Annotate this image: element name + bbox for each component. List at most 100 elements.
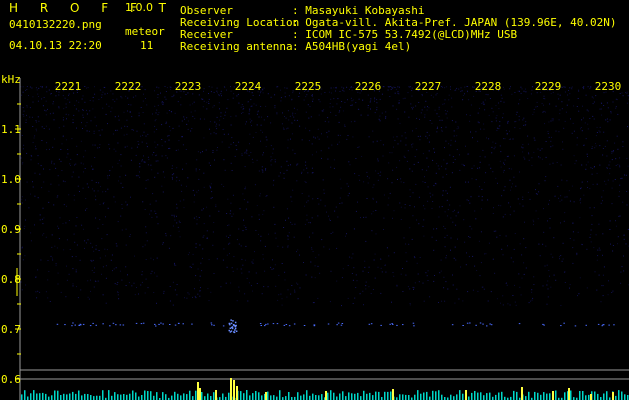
noise-speck	[141, 271, 143, 273]
noise-speck	[252, 290, 253, 292]
noise-speck	[144, 209, 146, 210]
noise-speck	[432, 96, 434, 98]
noise-speck	[318, 138, 320, 140]
noise-speck	[286, 169, 288, 171]
amplitude-bar	[93, 396, 95, 400]
noise-speck	[131, 147, 133, 149]
noise-speck	[337, 98, 339, 100]
noise-speck	[622, 95, 624, 97]
noise-speck	[97, 190, 99, 192]
noise-speck	[121, 207, 123, 209]
noise-speck	[436, 228, 438, 230]
noise-speck	[294, 119, 296, 121]
noise-speck	[65, 139, 67, 141]
noise-speck	[462, 300, 464, 302]
noise-speck	[105, 265, 107, 267]
noise-speck	[58, 107, 60, 109]
noise-speck	[153, 259, 154, 261]
noise-speck	[162, 171, 164, 173]
noise-speck	[367, 107, 369, 109]
noise-speck	[235, 144, 237, 146]
noise-speck	[265, 195, 267, 197]
noise-speck	[66, 239, 68, 241]
noise-speck	[535, 193, 537, 195]
amplitude-bar	[378, 391, 380, 400]
noise-speck	[515, 120, 517, 122]
noise-speck	[174, 112, 176, 114]
noise-speck	[54, 138, 56, 140]
noise-speck	[263, 286, 265, 288]
noise-speck	[409, 304, 411, 306]
noise-speck	[308, 117, 310, 119]
noise-speck	[388, 162, 390, 164]
signal-speck	[182, 323, 184, 325]
noise-speck	[142, 112, 144, 113]
noise-speck	[446, 86, 448, 88]
noise-speck	[508, 138, 510, 140]
noise-speck	[585, 164, 587, 166]
amplitude-bar	[201, 392, 203, 400]
noise-speck	[62, 119, 64, 121]
noise-speck	[199, 169, 201, 171]
signal-speck	[211, 324, 213, 326]
amplitude-bar	[156, 392, 158, 400]
noise-speck	[178, 230, 180, 232]
noise-speck	[626, 204, 628, 206]
noise-speck	[616, 99, 618, 101]
noise-speck	[343, 87, 345, 89]
noise-speck	[569, 87, 571, 89]
noise-speck	[276, 113, 278, 115]
noise-speck	[333, 87, 335, 89]
noise-speck	[86, 109, 87, 111]
amplitude-bar	[345, 396, 347, 400]
noise-speck	[458, 211, 459, 213]
signal-speck	[119, 324, 122, 326]
noise-speck	[260, 106, 262, 107]
noise-speck	[32, 96, 34, 98]
noise-speck	[581, 164, 583, 166]
noise-speck	[604, 180, 606, 182]
noise-speck	[202, 248, 204, 250]
noise-speck	[183, 116, 185, 118]
noise-speck	[92, 144, 94, 146]
noise-speck	[459, 154, 460, 156]
noise-speck	[349, 256, 351, 258]
noise-speck	[125, 228, 127, 230]
noise-speck	[72, 285, 74, 287]
noise-speck	[245, 208, 247, 210]
noise-speck	[113, 268, 115, 270]
noise-speck	[43, 181, 45, 183]
noise-speck	[20, 86, 22, 88]
noise-speck	[553, 237, 555, 239]
amplitude-bar	[207, 393, 209, 400]
noise-speck	[105, 302, 107, 304]
noise-speck	[123, 111, 125, 113]
noise-speck	[337, 143, 339, 145]
noise-speck	[209, 121, 211, 123]
noise-speck	[245, 151, 247, 153]
signal-speck	[293, 323, 296, 325]
noise-speck	[245, 123, 246, 125]
noise-speck	[176, 203, 178, 205]
amplitude-bar	[63, 393, 65, 400]
noise-speck	[569, 284, 571, 286]
noise-speck	[105, 113, 107, 115]
noise-speck	[461, 163, 463, 165]
amplitude-bar	[174, 391, 176, 400]
noise-speck	[270, 266, 272, 268]
noise-speck	[592, 97, 594, 99]
noise-speck	[396, 108, 398, 110]
noise-speck	[83, 171, 84, 173]
noise-speck	[21, 94, 23, 96]
noise-speck	[297, 163, 299, 165]
noise-speck	[29, 116, 31, 118]
noise-speck	[612, 101, 614, 103]
noise-speck	[625, 92, 626, 94]
noise-speck	[91, 179, 93, 181]
noise-speck	[68, 194, 70, 196]
noise-speck	[519, 203, 521, 205]
noise-speck	[212, 231, 214, 233]
noise-speck	[485, 253, 487, 255]
noise-speck	[425, 272, 427, 274]
noise-speck	[603, 105, 605, 106]
